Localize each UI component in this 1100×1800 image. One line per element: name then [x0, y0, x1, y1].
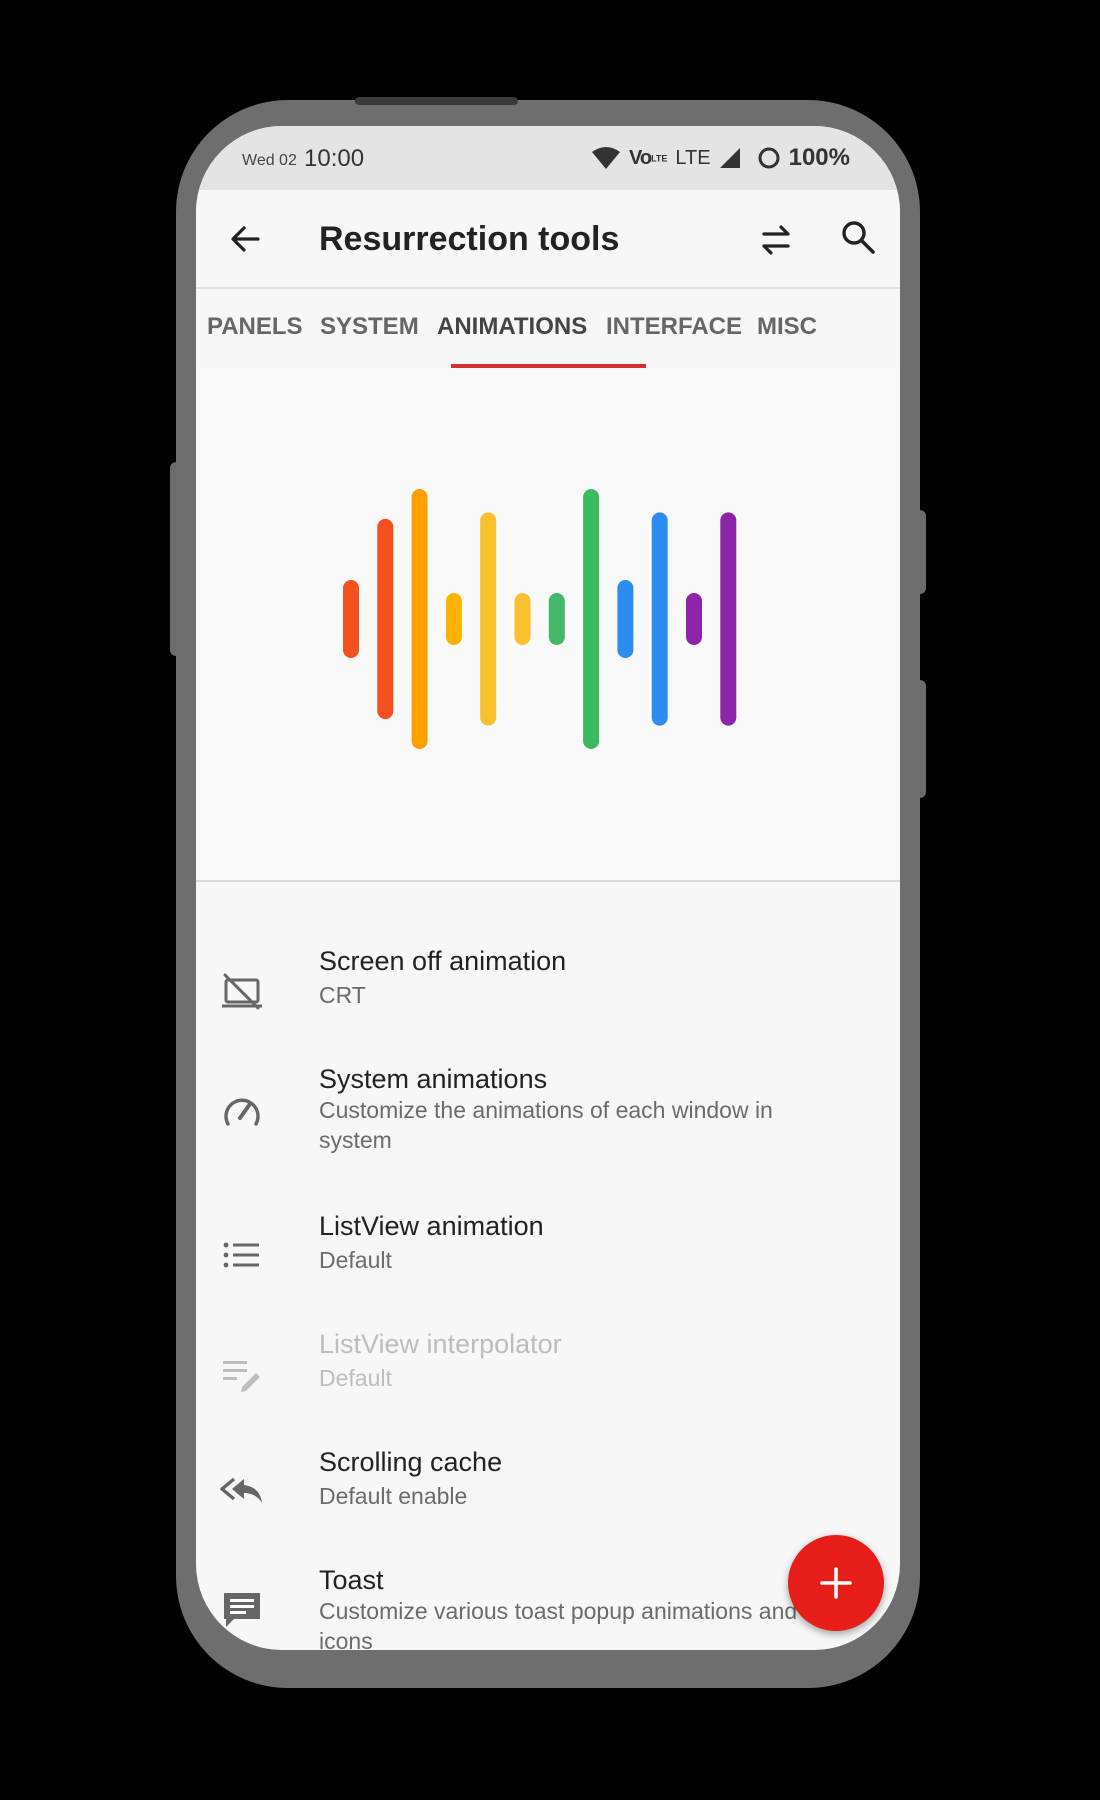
status-bar: Wed 02 10:00 VoLTE LTE 100% [196, 126, 900, 190]
setting-title: ListView interpolator [319, 1329, 562, 1359]
wave-bar [377, 518, 394, 720]
hero-divider [196, 880, 900, 882]
app-title: Resurrection tools [319, 220, 620, 258]
setting-scrolling-cache[interactable]: Scrolling cache Default enable [196, 1447, 900, 1547]
setting-screen-off-animation[interactable]: Screen off animation CRT [196, 946, 900, 1046]
setting-listview-interpolator[interactable]: ListView interpolator Default [196, 1329, 900, 1429]
back-arrow-icon[interactable] [224, 218, 266, 260]
setting-summary: CRT [319, 982, 366, 1008]
tab-animations[interactable]: ANIMATIONS [437, 313, 587, 341]
setting-summary: Default [319, 1365, 392, 1391]
setting-title: Toast [319, 1565, 384, 1595]
setting-summary: Default enable [319, 1483, 468, 1509]
wave-bar [480, 512, 497, 726]
wave-bar [548, 593, 565, 645]
wave-bar [445, 593, 462, 645]
swap-icon[interactable] [756, 220, 796, 260]
tab-indicator [451, 364, 646, 368]
wave-bar [720, 512, 737, 726]
hero-illustration [196, 369, 900, 879]
list-icon [223, 1242, 259, 1268]
tab-panels[interactable]: PANELS [207, 313, 303, 341]
status-icons: VoLTE LTE 100% [591, 144, 850, 172]
wave-bar [617, 580, 634, 658]
wave-bar [343, 580, 359, 658]
tab-interface[interactable]: INTERFACE [606, 313, 742, 341]
edit-list-icon [223, 1361, 260, 1392]
wave-bar [583, 489, 600, 749]
screen-off-icon [222, 973, 262, 1010]
search-icon[interactable] [838, 217, 878, 257]
tab-bar: PANELS SYSTEM ANIMATIONS INTERFACE MISC [196, 289, 900, 369]
network-type: LTE [675, 146, 711, 169]
message-icon [224, 1593, 260, 1627]
tab-system[interactable]: SYSTEM [320, 313, 419, 341]
battery-saver-icon [758, 147, 780, 169]
phone-top-notch [355, 97, 518, 105]
phone-screen: Wed 02 10:00 VoLTE LTE 100% Resurrection… [196, 126, 900, 1650]
tab-misc[interactable]: MISC [757, 313, 817, 341]
wave-bar [686, 593, 702, 645]
setting-summary: Default [319, 1247, 392, 1273]
battery-percentage: 100% [788, 144, 850, 171]
setting-listview-animation[interactable]: ListView animation Default [196, 1211, 900, 1311]
reply-all-icon [220, 1477, 262, 1503]
add-fab-button[interactable] [788, 1535, 884, 1631]
status-date: Wed 02 [242, 152, 297, 169]
signal-icon [719, 148, 740, 168]
speedometer-icon [224, 1098, 260, 1126]
sound-wave-graphic [343, 489, 737, 749]
setting-title: Screen off animation [319, 946, 567, 976]
wave-bar [651, 512, 668, 726]
wave-bar [514, 593, 531, 645]
status-time: 10:00 [304, 145, 365, 172]
plus-icon [820, 1567, 852, 1599]
setting-title: ListView animation [319, 1211, 544, 1241]
setting-title: Scrolling cache [319, 1447, 503, 1477]
wifi-icon [591, 147, 620, 169]
setting-title: System animations [319, 1064, 548, 1094]
setting-summary: Customize the animations of each window … [319, 1097, 773, 1153]
wave-bar [411, 489, 428, 749]
app-bar: Resurrection tools [196, 190, 900, 289]
setting-summary: Customize various toast popup animations… [319, 1598, 798, 1650]
volte-indicator: VoLTE [628, 146, 668, 169]
setting-system-animations[interactable]: System animations Customize the animatio… [196, 1064, 900, 1184]
